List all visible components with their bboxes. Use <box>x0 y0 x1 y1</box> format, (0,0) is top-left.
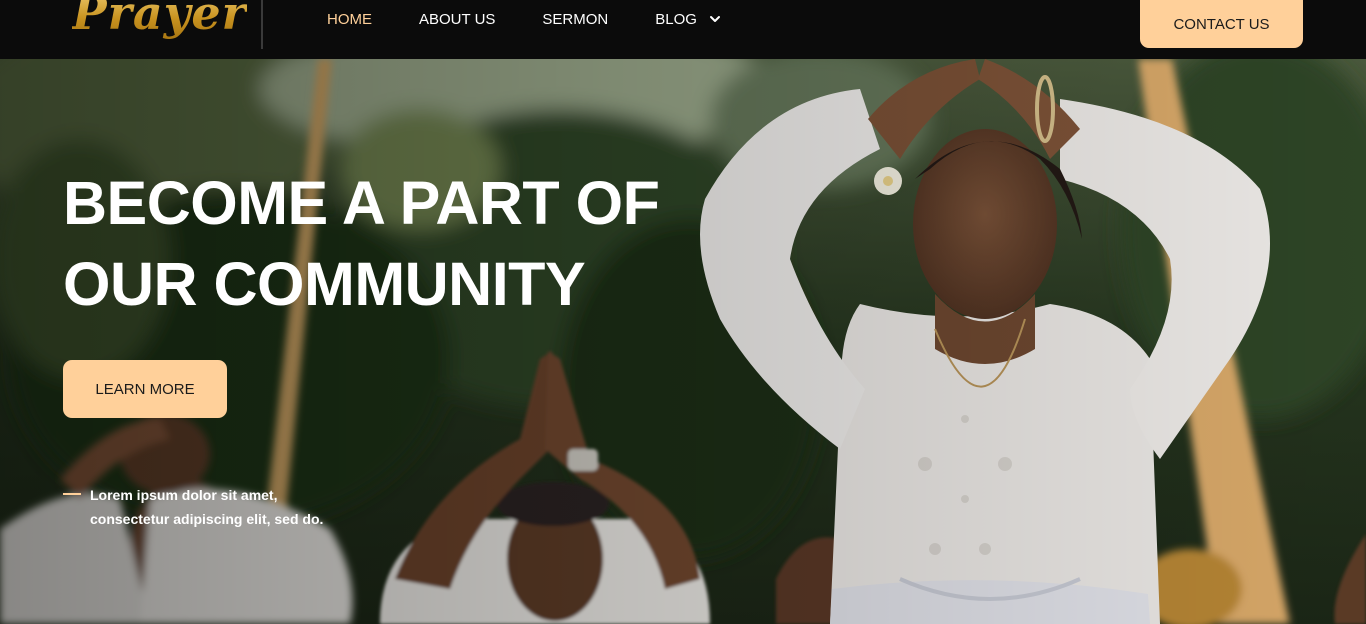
tagline-dash <box>63 493 81 495</box>
tagline-text: Lorem ipsum dolor sit amet, consectetur … <box>90 487 324 527</box>
nav-item-label: SERMON <box>542 10 609 28</box>
chevron-down-icon <box>709 16 720 22</box>
nav-item-label: ABOUT US <box>419 10 496 28</box>
nav-item-label: BLOG <box>655 10 697 28</box>
hero-overlay <box>0 59 1366 624</box>
hero-section: BECOME A PART OF OUR COMMUNITY LEARN MOR… <box>0 59 1366 624</box>
hero-title: BECOME A PART OF OUR COMMUNITY <box>63 163 683 325</box>
hero-title-line-1: BECOME A PART OF <box>63 169 660 237</box>
site-header: Prayer HOME ABOUT US SERMON BLOG CONTACT… <box>0 0 1366 59</box>
nav-item-label: HOME <box>327 10 372 28</box>
site-logo[interactable]: Prayer <box>72 0 247 40</box>
main-nav: HOME ABOUT US SERMON BLOG <box>327 9 768 29</box>
nav-item-about-us[interactable]: ABOUT US <box>419 11 495 28</box>
logo-divider <box>261 0 263 49</box>
nav-item-blog[interactable]: BLOG <box>655 11 721 28</box>
hero-tagline: Lorem ipsum dolor sit amet, consectetur … <box>63 483 383 531</box>
nav-item-sermon[interactable]: SERMON <box>542 11 608 28</box>
nav-item-home[interactable]: HOME <box>327 11 372 28</box>
contact-us-button[interactable]: CONTACT US <box>1140 0 1303 48</box>
learn-more-button[interactable]: LEARN MORE <box>63 360 227 418</box>
hero-title-line-2: OUR COMMUNITY <box>63 250 586 318</box>
